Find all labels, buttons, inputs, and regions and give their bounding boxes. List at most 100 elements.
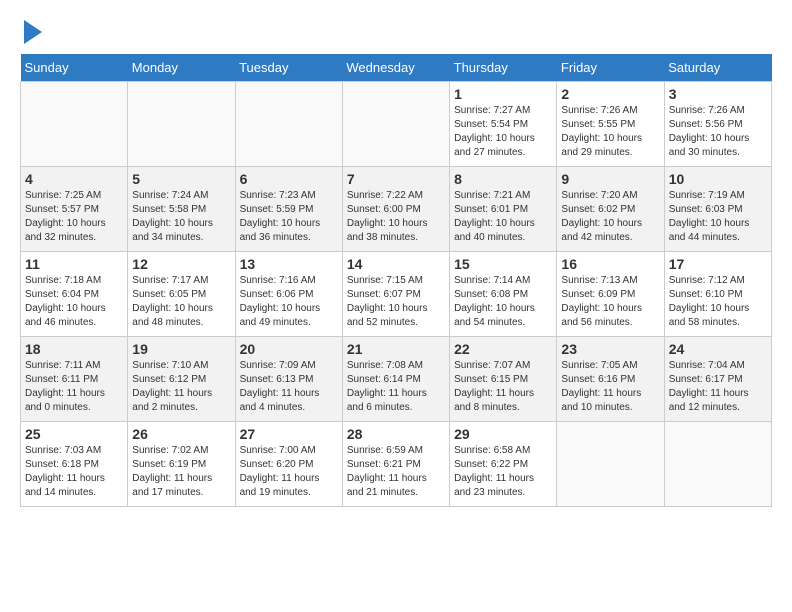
weekday-header-friday: Friday: [557, 54, 664, 82]
day-number: 21: [347, 341, 445, 357]
day-info: Sunrise: 7:03 AM Sunset: 6:18 PM Dayligh…: [25, 444, 123, 500]
calendar-cell: 1 Sunrise: 7:27 AM Sunset: 5:54 PM Daylig…: [450, 82, 557, 167]
day-number: 1: [454, 86, 552, 102]
day-number: 9: [561, 171, 659, 187]
day-info: Sunrise: 7:21 AM Sunset: 6:01 PM Dayligh…: [454, 189, 552, 245]
weekday-header-wednesday: Wednesday: [342, 54, 449, 82]
day-number: 3: [669, 86, 767, 102]
calendar-cell: 6 Sunrise: 7:23 AM Sunset: 5:59 PM Daylig…: [235, 167, 342, 252]
calendar-cell: 12Sunrise: 7:17 AM Sunset: 6:05 PM Dayli…: [128, 252, 235, 337]
day-number: 26: [132, 426, 230, 442]
calendar-cell: 25 Sunrise: 7:03 AM Sunset: 6:18 PM Dayli…: [21, 422, 128, 507]
day-info: Sunrise: 7:23 AM Sunset: 5:59 PM Dayligh…: [240, 189, 338, 245]
day-info: Sunrise: 7:26 AM Sunset: 5:56 PM Dayligh…: [669, 104, 767, 160]
day-info: Sunrise: 7:05 AM Sunset: 6:16 PM Dayligh…: [561, 359, 659, 415]
day-number: 11: [25, 256, 123, 272]
weekday-header-sunday: Sunday: [21, 54, 128, 82]
weekday-header-row: SundayMondayTuesdayWednesdayThursdayFrid…: [21, 54, 772, 82]
calendar-week-row: 18 Sunrise: 7:11 AM Sunset: 6:11 PM Dayli…: [21, 337, 772, 422]
logo-arrow-icon: [24, 20, 42, 44]
day-info: Sunrise: 7:25 AM Sunset: 5:57 PM Dayligh…: [25, 189, 123, 245]
calendar-cell: 22Sunrise: 7:07 AM Sunset: 6:15 PM Dayli…: [450, 337, 557, 422]
calendar-cell: 7 Sunrise: 7:22 AM Sunset: 6:00 PM Daylig…: [342, 167, 449, 252]
calendar-cell: 13 Sunrise: 7:16 AM Sunset: 6:06 PM Dayli…: [235, 252, 342, 337]
day-number: 13: [240, 256, 338, 272]
day-number: 6: [240, 171, 338, 187]
calendar-week-row: 1 Sunrise: 7:27 AM Sunset: 5:54 PM Daylig…: [21, 82, 772, 167]
day-info: Sunrise: 7:27 AM Sunset: 5:54 PM Dayligh…: [454, 104, 552, 160]
day-info: Sunrise: 7:00 AM Sunset: 6:20 PM Dayligh…: [240, 444, 338, 500]
calendar-cell: [557, 422, 664, 507]
calendar-cell: 5 Sunrise: 7:24 AM Sunset: 5:58 PM Daylig…: [128, 167, 235, 252]
calendar-cell: [21, 82, 128, 167]
day-info: Sunrise: 7:14 AM Sunset: 6:08 PM Dayligh…: [454, 274, 552, 330]
day-info: Sunrise: 7:10 AM Sunset: 6:12 PM Dayligh…: [132, 359, 230, 415]
calendar-cell: [664, 422, 771, 507]
calendar-cell: 9 Sunrise: 7:20 AM Sunset: 6:02 PM Daylig…: [557, 167, 664, 252]
day-info: Sunrise: 7:16 AM Sunset: 6:06 PM Dayligh…: [240, 274, 338, 330]
day-info: Sunrise: 7:02 AM Sunset: 6:19 PM Dayligh…: [132, 444, 230, 500]
page-header: [20, 20, 772, 44]
calendar-cell: 18 Sunrise: 7:11 AM Sunset: 6:11 PM Dayli…: [21, 337, 128, 422]
calendar-cell: 24 Sunrise: 7:04 AM Sunset: 6:17 PM Dayli…: [664, 337, 771, 422]
day-number: 8: [454, 171, 552, 187]
weekday-header-thursday: Thursday: [450, 54, 557, 82]
weekday-header-monday: Monday: [128, 54, 235, 82]
logo: [20, 20, 42, 44]
calendar-cell: 23 Sunrise: 7:05 AM Sunset: 6:16 PM Dayli…: [557, 337, 664, 422]
calendar-cell: 26 Sunrise: 7:02 AM Sunset: 6:19 PM Dayli…: [128, 422, 235, 507]
day-info: Sunrise: 7:15 AM Sunset: 6:07 PM Dayligh…: [347, 274, 445, 330]
day-info: Sunrise: 7:20 AM Sunset: 6:02 PM Dayligh…: [561, 189, 659, 245]
day-number: 5: [132, 171, 230, 187]
calendar-cell: 28 Sunrise: 6:59 AM Sunset: 6:21 PM Dayli…: [342, 422, 449, 507]
calendar-week-row: 11 Sunrise: 7:18 AM Sunset: 6:04 PM Dayli…: [21, 252, 772, 337]
day-number: 27: [240, 426, 338, 442]
day-number: 14: [347, 256, 445, 272]
calendar-cell: [342, 82, 449, 167]
calendar-cell: 4 Sunrise: 7:25 AM Sunset: 5:57 PM Daylig…: [21, 167, 128, 252]
day-info: Sunrise: 7:19 AM Sunset: 6:03 PM Dayligh…: [669, 189, 767, 245]
day-number: 24: [669, 341, 767, 357]
day-number: 25: [25, 426, 123, 442]
day-info: Sunrise: 7:22 AM Sunset: 6:00 PM Dayligh…: [347, 189, 445, 245]
day-info: Sunrise: 6:59 AM Sunset: 6:21 PM Dayligh…: [347, 444, 445, 500]
day-info: Sunrise: 7:18 AM Sunset: 6:04 PM Dayligh…: [25, 274, 123, 330]
day-number: 15: [454, 256, 552, 272]
weekday-header-tuesday: Tuesday: [235, 54, 342, 82]
calendar-cell: 16Sunrise: 7:13 AM Sunset: 6:09 PM Dayli…: [557, 252, 664, 337]
calendar-cell: 11 Sunrise: 7:18 AM Sunset: 6:04 PM Dayli…: [21, 252, 128, 337]
calendar-cell: [128, 82, 235, 167]
calendar-table: SundayMondayTuesdayWednesdayThursdayFrid…: [20, 54, 772, 507]
calendar-cell: 2 Sunrise: 7:26 AM Sunset: 5:55 PM Daylig…: [557, 82, 664, 167]
day-number: 20: [240, 341, 338, 357]
calendar-cell: 10 Sunrise: 7:19 AM Sunset: 6:03 PM Dayli…: [664, 167, 771, 252]
calendar-week-row: 4 Sunrise: 7:25 AM Sunset: 5:57 PM Daylig…: [21, 167, 772, 252]
day-info: Sunrise: 7:04 AM Sunset: 6:17 PM Dayligh…: [669, 359, 767, 415]
day-number: 23: [561, 341, 659, 357]
day-info: Sunrise: 7:11 AM Sunset: 6:11 PM Dayligh…: [25, 359, 123, 415]
calendar-cell: [235, 82, 342, 167]
day-info: Sunrise: 7:12 AM Sunset: 6:10 PM Dayligh…: [669, 274, 767, 330]
day-info: Sunrise: 7:08 AM Sunset: 6:14 PM Dayligh…: [347, 359, 445, 415]
day-info: Sunrise: 7:26 AM Sunset: 5:55 PM Dayligh…: [561, 104, 659, 160]
day-info: Sunrise: 6:58 AM Sunset: 6:22 PM Dayligh…: [454, 444, 552, 500]
calendar-cell: 29 Sunrise: 6:58 AM Sunset: 6:22 PM Dayli…: [450, 422, 557, 507]
calendar-week-row: 25 Sunrise: 7:03 AM Sunset: 6:18 PM Dayli…: [21, 422, 772, 507]
calendar-cell: 21 Sunrise: 7:08 AM Sunset: 6:14 PM Dayli…: [342, 337, 449, 422]
calendar-cell: 19 Sunrise: 7:10 AM Sunset: 6:12 PM Dayli…: [128, 337, 235, 422]
day-number: 4: [25, 171, 123, 187]
day-number: 10: [669, 171, 767, 187]
day-info: Sunrise: 7:13 AM Sunset: 6:09 PM Dayligh…: [561, 274, 659, 330]
calendar-cell: 8 Sunrise: 7:21 AM Sunset: 6:01 PM Daylig…: [450, 167, 557, 252]
day-number: 2: [561, 86, 659, 102]
day-number: 18: [25, 341, 123, 357]
day-info: Sunrise: 7:17 AM Sunset: 6:05 PM Dayligh…: [132, 274, 230, 330]
weekday-header-saturday: Saturday: [664, 54, 771, 82]
day-number: 7: [347, 171, 445, 187]
day-number: 19: [132, 341, 230, 357]
calendar-cell: 20Sunrise: 7:09 AM Sunset: 6:13 PM Dayli…: [235, 337, 342, 422]
day-info: Sunrise: 7:24 AM Sunset: 5:58 PM Dayligh…: [132, 189, 230, 245]
calendar-cell: 17Sunrise: 7:12 AM Sunset: 6:10 PM Dayli…: [664, 252, 771, 337]
day-number: 29: [454, 426, 552, 442]
day-number: 28: [347, 426, 445, 442]
